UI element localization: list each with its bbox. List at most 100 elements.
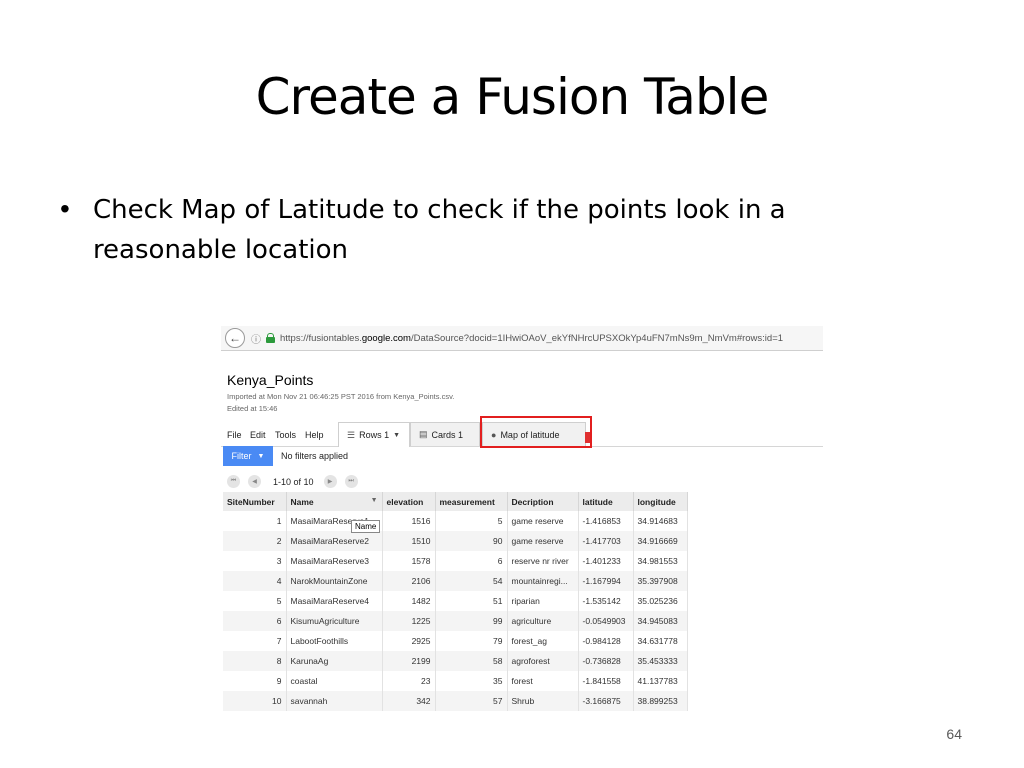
- cell-sitenumber[interactable]: 1: [223, 511, 287, 531]
- cell-elevation[interactable]: 1516: [382, 511, 436, 531]
- cell-measurement[interactable]: 51: [435, 591, 508, 611]
- table-row[interactable]: 9 coastal 23 35 forest -1.841558 41.1377…: [223, 671, 688, 691]
- cell-longitude[interactable]: 35.025236: [633, 591, 688, 611]
- table-row[interactable]: 7 LabootFoothills 2925 79 forest_ag -0.9…: [223, 631, 688, 651]
- cell-latitude[interactable]: -1.416853: [578, 511, 634, 531]
- cell-measurement[interactable]: 58: [435, 651, 508, 671]
- cell-latitude[interactable]: -1.535142: [578, 591, 634, 611]
- chevron-down-icon[interactable]: ▼: [393, 432, 400, 439]
- cell-latitude[interactable]: -0.0549903: [578, 611, 634, 631]
- cell-latitude[interactable]: -0.736828: [578, 651, 634, 671]
- table-row[interactable]: 5 MasaiMaraReserve4 1482 51 riparian -1.…: [223, 591, 688, 611]
- cell-elevation[interactable]: 1510: [382, 531, 436, 551]
- cell-name[interactable]: LabootFoothills: [286, 631, 383, 651]
- next-page-icon[interactable]: ▶: [323, 475, 337, 488]
- cell-elevation[interactable]: 342: [382, 691, 436, 711]
- cell-latitude[interactable]: -1.401233: [578, 551, 634, 571]
- cell-elevation[interactable]: 1578: [382, 551, 436, 571]
- cell-name[interactable]: coastal: [286, 671, 383, 691]
- cell-decription[interactable]: Shrub: [507, 691, 579, 711]
- cell-name[interactable]: MasaiMaraReserve2: [286, 531, 383, 551]
- cell-decription[interactable]: game reserve: [507, 511, 579, 531]
- table-row[interactable]: 1 MasaiMaraReserve1 1516 5 game reserve …: [223, 511, 688, 531]
- cell-measurement[interactable]: 79: [435, 631, 508, 651]
- cell-decription[interactable]: agroforest: [507, 651, 579, 671]
- column-header-sitenumber[interactable]: SiteNumber: [223, 492, 287, 511]
- cell-measurement[interactable]: 6: [435, 551, 508, 571]
- url-text[interactable]: https://fusiontables.google.com/DataSour…: [280, 333, 783, 344]
- table-row[interactable]: 4 NarokMountainZone 2106 54 mountainregi…: [223, 571, 688, 591]
- cell-sitenumber[interactable]: 4: [223, 571, 287, 591]
- prev-page-icon[interactable]: ◀: [248, 475, 261, 488]
- table-row[interactable]: 2 MasaiMaraReserve2 1510 90 game reserve…: [223, 531, 688, 551]
- column-header-name[interactable]: Name ▼: [286, 492, 383, 511]
- table-row[interactable]: 6 KisumuAgriculture 1225 99 agriculture …: [223, 611, 688, 631]
- tab-rows[interactable]: ☰ Rows 1 ▼: [338, 422, 410, 447]
- cell-decription[interactable]: agriculture: [507, 611, 579, 631]
- cell-latitude[interactable]: -0.984128: [578, 631, 634, 651]
- cell-longitude[interactable]: 34.945083: [633, 611, 688, 631]
- cell-longitude[interactable]: 35.453333: [633, 651, 688, 671]
- cell-name[interactable]: KisumuAgriculture: [286, 611, 383, 631]
- cell-elevation[interactable]: 2925: [382, 631, 436, 651]
- cell-name[interactable]: NarokMountainZone: [286, 571, 383, 591]
- cell-name[interactable]: KarunaAg: [286, 651, 383, 671]
- cell-latitude[interactable]: -3.166875: [578, 691, 634, 711]
- cell-elevation[interactable]: 1225: [382, 611, 436, 631]
- column-header-measurement[interactable]: measurement: [435, 492, 508, 511]
- table-row[interactable]: 10 savannah 342 57 Shrub -3.166875 38.89…: [223, 691, 688, 711]
- cell-latitude[interactable]: -1.167994: [578, 571, 634, 591]
- cell-longitude[interactable]: 34.631778: [633, 631, 688, 651]
- cell-sitenumber[interactable]: 9: [223, 671, 287, 691]
- table-row[interactable]: 3 MasaiMaraReserve3 1578 6 reserve nr ri…: [223, 551, 688, 571]
- cell-longitude[interactable]: 34.914683: [633, 511, 688, 531]
- cell-longitude[interactable]: 35.397908: [633, 571, 688, 591]
- info-icon[interactable]: ⓘ: [251, 331, 261, 346]
- chevron-down-icon[interactable]: ▼: [371, 497, 378, 504]
- cell-measurement[interactable]: 90: [435, 531, 508, 551]
- column-header-longitude[interactable]: longitude: [633, 492, 688, 511]
- cell-elevation[interactable]: 1482: [382, 591, 436, 611]
- cell-latitude[interactable]: -1.841558: [578, 671, 634, 691]
- filter-button[interactable]: Filter ▼: [223, 446, 273, 466]
- cell-latitude[interactable]: -1.417703: [578, 531, 634, 551]
- cell-decription[interactable]: riparian: [507, 591, 579, 611]
- tab-cards[interactable]: ▤ Cards 1: [410, 422, 480, 446]
- cell-longitude[interactable]: 34.916669: [633, 531, 688, 551]
- cell-decription[interactable]: mountainregi...: [507, 571, 579, 591]
- cell-elevation[interactable]: 2199: [382, 651, 436, 671]
- menu-tools[interactable]: Tools: [275, 430, 296, 440]
- cell-name[interactable]: MasaiMaraReserve4: [286, 591, 383, 611]
- cell-decription[interactable]: forest_ag: [507, 631, 579, 651]
- column-header-decription[interactable]: Decription: [507, 492, 579, 511]
- column-header-latitude[interactable]: latitude: [578, 492, 634, 511]
- cell-sitenumber[interactable]: 3: [223, 551, 287, 571]
- cell-sitenumber[interactable]: 5: [223, 591, 287, 611]
- cell-measurement[interactable]: 5: [435, 511, 508, 531]
- cell-sitenumber[interactable]: 10: [223, 691, 287, 711]
- cell-decription[interactable]: reserve nr river: [507, 551, 579, 571]
- cell-decription[interactable]: game reserve: [507, 531, 579, 551]
- last-page-icon[interactable]: ⏭: [344, 475, 358, 488]
- cell-sitenumber[interactable]: 8: [223, 651, 287, 671]
- cell-longitude[interactable]: 38.899253: [633, 691, 688, 711]
- cell-name[interactable]: savannah: [286, 691, 383, 711]
- cell-longitude[interactable]: 41.137783: [633, 671, 688, 691]
- menu-file[interactable]: File: [227, 430, 242, 440]
- table-row[interactable]: 8 KarunaAg 2199 58 agroforest -0.736828 …: [223, 651, 688, 671]
- cell-measurement[interactable]: 99: [435, 611, 508, 631]
- cell-name[interactable]: MasaiMaraReserve3: [286, 551, 383, 571]
- cell-decription[interactable]: forest: [507, 671, 579, 691]
- cell-elevation[interactable]: 2106: [382, 571, 436, 591]
- column-header-elevation[interactable]: elevation: [382, 492, 436, 511]
- back-arrow-icon[interactable]: ←: [225, 328, 245, 348]
- cell-sitenumber[interactable]: 7: [223, 631, 287, 651]
- cell-measurement[interactable]: 57: [435, 691, 508, 711]
- menu-help[interactable]: Help: [305, 430, 324, 440]
- cell-measurement[interactable]: 54: [435, 571, 508, 591]
- cell-measurement[interactable]: 35: [435, 671, 508, 691]
- cell-sitenumber[interactable]: 2: [223, 531, 287, 551]
- cell-longitude[interactable]: 34.981553: [633, 551, 688, 571]
- first-page-icon[interactable]: ⏮: [227, 475, 240, 488]
- cell-elevation[interactable]: 23: [382, 671, 436, 691]
